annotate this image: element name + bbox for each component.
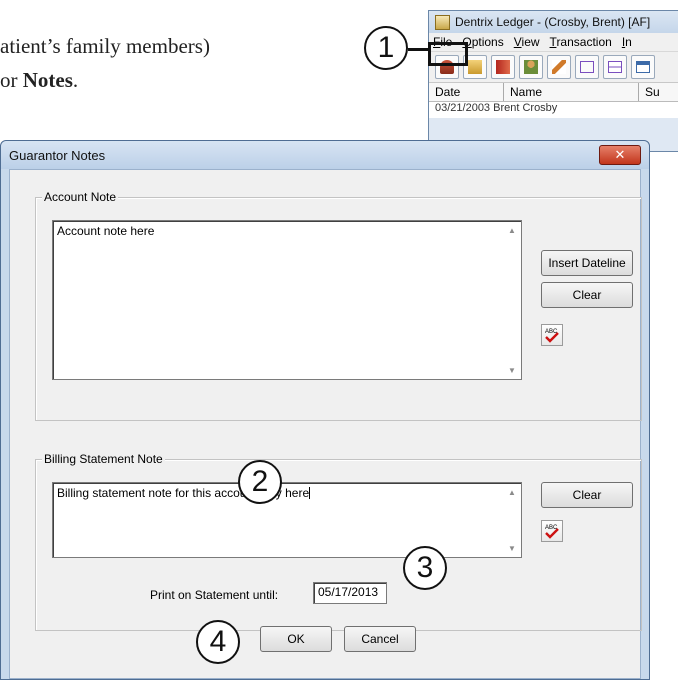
dialog-title: Guarantor Notes <box>9 147 106 163</box>
scroll-down-icon[interactable]: ▼ <box>504 362 520 378</box>
account-note-text: Account note here <box>57 224 155 238</box>
ledger-column-headers: Date Name Su <box>429 83 678 102</box>
spell-check-icon: ABC <box>545 525 559 539</box>
account-note-caption: Account Note <box>42 190 119 204</box>
dialog-body: Account Note Account note here ▲ ▼ Inser… <box>9 169 642 679</box>
manual-text-line-1: atient’s family members) <box>0 34 210 58</box>
book-icon[interactable] <box>491 55 515 79</box>
cancel-button[interactable]: Cancel <box>344 626 416 652</box>
file-menu-highlight <box>428 42 468 66</box>
manual-text-bold: Notes <box>22 68 73 92</box>
close-button[interactable]: ✕ <box>599 145 641 165</box>
insert-dateline-button[interactable]: Insert Dateline <box>541 250 633 276</box>
text-caret <box>309 487 311 499</box>
menu-view[interactable]: View <box>514 35 540 49</box>
calendar-icon[interactable] <box>631 55 655 79</box>
account-clear-button[interactable]: Clear <box>541 282 633 308</box>
manual-text-prefix: or <box>0 68 23 92</box>
guarantor-notes-dialog: Guarantor Notes ✕ Account Note Account n… <box>0 140 650 680</box>
ledger-row[interactable]: 03/21/2003 Brent Crosby <box>429 102 678 118</box>
menu-options[interactable]: Options <box>462 35 503 49</box>
billing-statement-caption: Billing Statement Note <box>42 452 165 466</box>
menu-more[interactable]: In <box>622 35 632 49</box>
ok-button[interactable]: OK <box>260 626 332 652</box>
scroll-down-icon[interactable]: ▼ <box>504 540 520 556</box>
scroll-up-icon[interactable]: ▲ <box>504 222 520 238</box>
column-surface[interactable]: Su <box>639 83 678 101</box>
callout-3: 3 <box>403 546 447 590</box>
billing-note-scrollbar[interactable]: ▲ ▼ <box>504 484 520 556</box>
billing-statement-group: Billing Statement Note Billing statement… <box>35 452 642 631</box>
account-note-group: Account Note Account note here ▲ ▼ Inser… <box>35 190 642 421</box>
scroll-up-icon[interactable]: ▲ <box>504 484 520 500</box>
manual-text-suffix: . <box>72 68 79 92</box>
close-icon: ✕ <box>614 147 626 162</box>
ledger-title-bar: Dentrix Ledger - (Crosby, Brent) [AF] <box>429 11 678 33</box>
billing-clear-button[interactable]: Clear <box>541 482 633 508</box>
column-name[interactable]: Name <box>504 83 639 101</box>
note-icon[interactable] <box>603 55 627 79</box>
account-spell-check-icon[interactable]: ABC <box>541 324 563 346</box>
billing-statement-field[interactable]: Billing statement note for this account … <box>52 482 522 558</box>
callout-2: 2 <box>238 460 282 504</box>
ledger-app-icon <box>435 14 450 30</box>
dialog-title-bar: Guarantor Notes ✕ <box>1 141 649 169</box>
print-until-date-field[interactable]: 05/17/2013 <box>313 582 387 604</box>
form-icon[interactable] <box>575 55 599 79</box>
account-note-field[interactable]: Account note here ▲ ▼ <box>52 220 522 380</box>
manual-text-line-2: or Notes. <box>0 68 78 93</box>
billing-spell-check-icon[interactable]: ABC <box>541 520 563 542</box>
spell-check-icon: ABC <box>545 329 559 343</box>
ledger-window: Dentrix Ledger - (Crosby, Brent) [AF] Fi… <box>428 10 678 152</box>
print-until-label: Print on Statement until: <box>150 588 279 602</box>
column-date[interactable]: Date <box>429 83 504 101</box>
ledger-title: Dentrix Ledger - (Crosby, Brent) [AF] <box>455 15 651 29</box>
person-icon[interactable] <box>519 55 543 79</box>
callout-1: 1 <box>364 26 408 70</box>
account-note-scrollbar[interactable]: ▲ ▼ <box>504 222 520 378</box>
callout-4: 4 <box>196 620 240 664</box>
print-until-date: 05/17/2013 <box>318 585 379 599</box>
pencil-icon[interactable] <box>547 55 571 79</box>
menu-transaction[interactable]: Transaction <box>550 35 612 49</box>
callout-1-connector <box>408 48 428 51</box>
